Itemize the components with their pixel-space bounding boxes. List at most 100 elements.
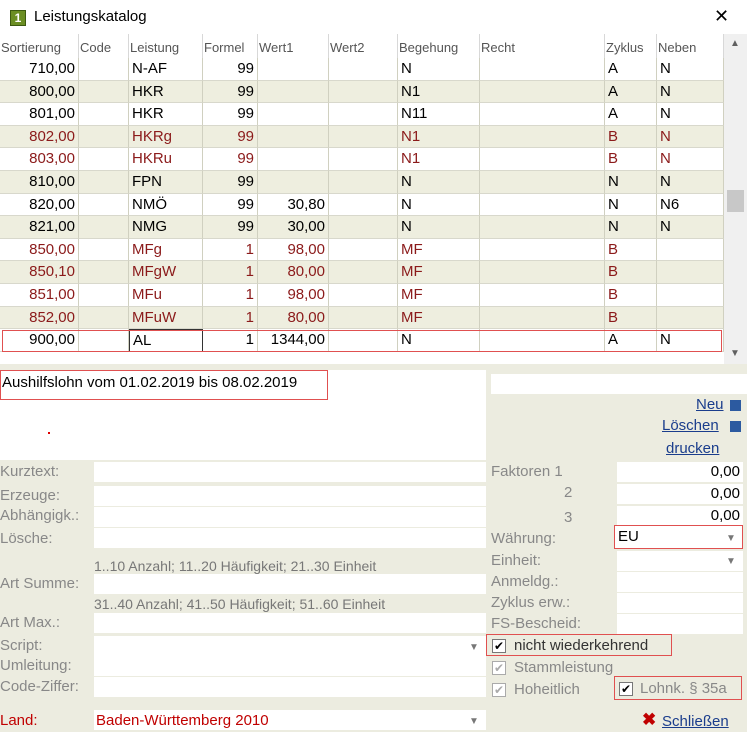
cell-wert2[interactable] <box>329 238 398 262</box>
cell-leistung[interactable]: N-AF <box>129 58 203 81</box>
cell-begehung[interactable]: N11 <box>398 103 480 126</box>
cell-begehung[interactable]: N1 <box>398 148 480 171</box>
cell-formel[interactable]: 99 <box>203 125 258 149</box>
table-row[interactable]: 802,00 HKRg 99 N1 B N <box>0 125 724 149</box>
cell-recht[interactable] <box>480 284 605 307</box>
cell-recht[interactable] <box>480 103 605 126</box>
cell-neben[interactable]: N <box>657 329 724 352</box>
cell-neben[interactable] <box>657 238 724 262</box>
erzeuge-field[interactable] <box>94 486 486 506</box>
cell-formel[interactable]: 1 <box>203 284 258 307</box>
cell-formel[interactable]: 1 <box>203 329 258 352</box>
cell-sortierung[interactable]: 851,00 <box>0 284 79 307</box>
column-header-recht[interactable]: Recht <box>480 34 605 58</box>
cell-wert1[interactable] <box>258 58 329 81</box>
cell-code[interactable] <box>79 171 129 194</box>
cell-begehung[interactable]: N <box>398 216 480 239</box>
cell-zyklus[interactable]: N <box>605 216 657 239</box>
cell-recht[interactable] <box>480 193 605 217</box>
cell-zyklus[interactable]: B <box>605 238 657 262</box>
cell-wert2[interactable] <box>329 329 398 352</box>
cell-wert1[interactable]: 1344,00 <box>258 329 329 352</box>
cell-begehung[interactable]: N <box>398 171 480 194</box>
cell-begehung[interactable]: MF <box>398 238 480 262</box>
cell-sortierung[interactable]: 820,00 <box>0 193 79 217</box>
cell-sortierung[interactable]: 800,00 <box>0 80 79 104</box>
cell-leistung[interactable]: MFu <box>129 284 203 307</box>
cell-leistung[interactable]: AL <box>129 329 203 352</box>
cell-sortierung[interactable]: 810,00 <box>0 171 79 194</box>
cell-code[interactable] <box>79 103 129 126</box>
cell-wert1[interactable]: 80,00 <box>258 306 329 330</box>
cell-sortierung[interactable]: 710,00 <box>0 58 79 81</box>
einheit-dropdown-icon[interactable]: ▼ <box>726 556 736 567</box>
hoheitlich-checkbox[interactable]: ✔ <box>492 683 506 697</box>
cell-sortierung[interactable]: 850,00 <box>0 238 79 262</box>
cell-zyklus[interactable]: B <box>605 261 657 284</box>
cell-begehung[interactable]: MF <box>398 284 480 307</box>
column-header-wert2[interactable]: Wert2 <box>329 34 398 58</box>
cell-leistung[interactable]: HKR <box>129 103 203 126</box>
cell-leistung[interactable]: MFuW <box>129 306 203 330</box>
cell-code[interactable] <box>79 125 129 149</box>
cell-leistung[interactable]: HKRu <box>129 148 203 171</box>
cell-wert1[interactable]: 80,00 <box>258 261 329 284</box>
cell-code[interactable] <box>79 329 129 352</box>
cell-wert2[interactable] <box>329 171 398 194</box>
cell-wert2[interactable] <box>329 58 398 81</box>
cell-begehung[interactable]: N <box>398 58 480 81</box>
cell-formel[interactable]: 99 <box>203 80 258 104</box>
cell-code[interactable] <box>79 216 129 239</box>
cell-neben[interactable]: N <box>657 148 724 171</box>
scroll-thumb[interactable] <box>727 190 744 212</box>
cell-leistung[interactable]: NMÖ <box>129 193 203 217</box>
zyklus-erw-field[interactable] <box>617 593 743 613</box>
cell-sortierung[interactable]: 803,00 <box>0 148 79 171</box>
table-row[interactable]: 852,00 MFuW 1 80,00 MF B <box>0 306 724 330</box>
abhaengigk-field[interactable] <box>94 507 486 527</box>
cell-begehung[interactable]: N1 <box>398 125 480 149</box>
cell-neben[interactable]: N <box>657 58 724 81</box>
table-row[interactable]: 801,00 HKR 99 N11 A N <box>0 103 724 126</box>
cell-recht[interactable] <box>480 306 605 330</box>
fs-bescheid-field[interactable] <box>617 614 743 634</box>
cell-zyklus[interactable]: A <box>605 58 657 81</box>
cell-zyklus[interactable]: B <box>605 306 657 330</box>
nicht-wiederkehrend-checkbox[interactable]: ✔ <box>492 639 506 653</box>
cell-neben[interactable]: N <box>657 80 724 104</box>
cell-code[interactable] <box>79 284 129 307</box>
table-row[interactable]: 851,00 MFu 1 98,00 MF B <box>0 284 724 307</box>
cell-code[interactable] <box>79 193 129 217</box>
cell-formel[interactable]: 99 <box>203 148 258 171</box>
cell-zyklus[interactable]: B <box>605 148 657 171</box>
cell-recht[interactable] <box>480 80 605 104</box>
cell-leistung[interactable]: HKR <box>129 80 203 104</box>
column-header-leistung[interactable]: Leistung <box>129 34 203 58</box>
cell-wert1[interactable] <box>258 171 329 194</box>
cell-code[interactable] <box>79 238 129 262</box>
column-header-sortierung[interactable]: Sortierung <box>0 34 79 58</box>
column-header-begehung[interactable]: Begehung <box>398 34 480 58</box>
cell-zyklus[interactable]: B <box>605 284 657 307</box>
column-header-zyklus[interactable]: Zyklus <box>605 34 657 58</box>
loesche-field[interactable] <box>94 528 486 548</box>
table-row[interactable]: 850,00 MFg 1 98,00 MF B <box>0 238 724 262</box>
cell-formel[interactable]: 1 <box>203 306 258 330</box>
vertical-scrollbar[interactable]: ▲ ▼ <box>724 34 747 364</box>
table-row[interactable]: 800,00 HKR 99 N1 A N <box>0 80 724 104</box>
cell-code[interactable] <box>79 80 129 104</box>
cell-wert2[interactable] <box>329 261 398 284</box>
cell-wert1[interactable]: 30,80 <box>258 193 329 217</box>
cell-wert2[interactable] <box>329 193 398 217</box>
land-dropdown-icon[interactable]: ▼ <box>469 716 479 727</box>
cell-wert2[interactable] <box>329 284 398 307</box>
table-row-selected[interactable]: 900,00 AL 1 1344,00 N A N <box>0 329 724 352</box>
cell-sortierung[interactable]: 900,00 <box>0 329 79 352</box>
cell-code[interactable] <box>79 306 129 330</box>
cell-recht[interactable] <box>480 58 605 81</box>
cell-wert2[interactable] <box>329 80 398 104</box>
kurztext-field[interactable] <box>94 462 486 482</box>
cell-leistung[interactable]: HKRg <box>129 125 203 149</box>
cell-wert2[interactable] <box>329 103 398 126</box>
loeschen-link[interactable]: Löschen <box>662 417 719 434</box>
